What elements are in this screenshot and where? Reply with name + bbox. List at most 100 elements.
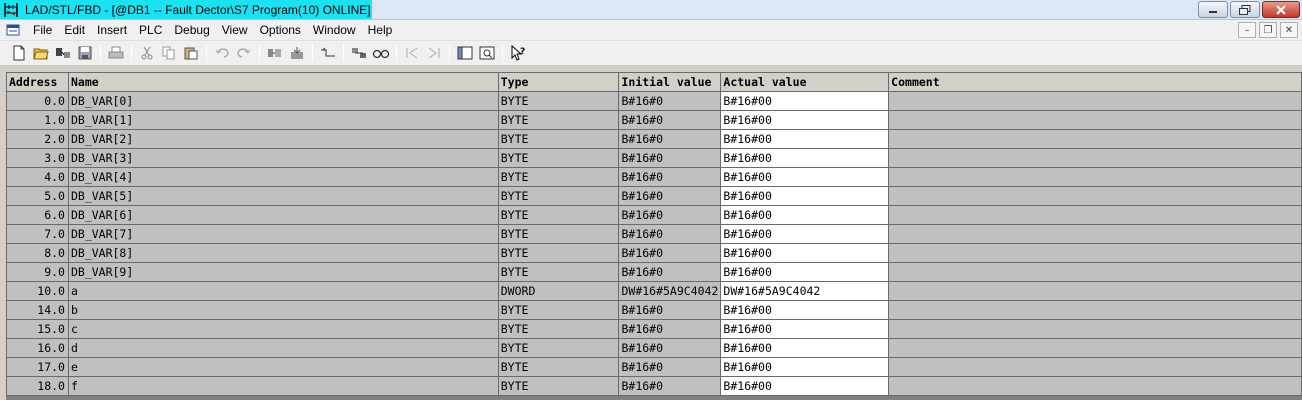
cell-initial-value[interactable]: DW#16#5A9C4042 bbox=[618, 281, 722, 301]
table-row[interactable]: 18.0 f BYTE B#16#0 B#16#00 bbox=[6, 376, 1302, 396]
menu-window[interactable]: Window bbox=[307, 21, 362, 40]
menu-view[interactable]: View bbox=[216, 21, 254, 40]
cell-comment[interactable] bbox=[888, 376, 1302, 396]
download-button[interactable] bbox=[264, 43, 285, 64]
cell-initial-value[interactable]: B#16#0 bbox=[618, 224, 722, 244]
cell-type[interactable]: BYTE bbox=[497, 357, 620, 377]
table-row[interactable]: 7.0 DB_VAR[7] BYTE B#16#0 B#16#00 bbox=[6, 224, 1302, 244]
menu-help[interactable]: Help bbox=[362, 21, 399, 40]
cell-initial-value[interactable]: B#16#0 bbox=[618, 91, 722, 111]
cell-name[interactable]: b bbox=[67, 300, 499, 320]
table-row[interactable]: 16.0 d BYTE B#16#0 B#16#00 bbox=[6, 338, 1302, 358]
mdi-minimize-button[interactable]: – bbox=[1238, 22, 1256, 38]
column-header-address[interactable]: Address bbox=[6, 72, 69, 92]
title-bar[interactable]: LAD/STL/FBD - [@DB1 -- Fault Dector\S7 P… bbox=[0, 0, 1302, 20]
cell-initial-value[interactable]: B#16#0 bbox=[618, 376, 722, 396]
cut-button[interactable] bbox=[136, 43, 157, 64]
cell-name[interactable]: DB_VAR[7] bbox=[67, 224, 499, 244]
cell-name[interactable]: d bbox=[67, 338, 499, 358]
mdi-restore-button[interactable]: ❐ bbox=[1259, 22, 1277, 38]
cell-actual-value[interactable]: B#16#00 bbox=[720, 167, 890, 187]
cell-initial-value[interactable]: B#16#0 bbox=[618, 300, 722, 320]
cell-comment[interactable] bbox=[888, 357, 1302, 377]
menu-insert[interactable]: Insert bbox=[91, 21, 133, 40]
cell-comment[interactable] bbox=[888, 262, 1302, 282]
cell-initial-value[interactable]: B#16#0 bbox=[618, 338, 722, 358]
column-header-type[interactable]: Type bbox=[497, 72, 620, 92]
document-window-icon[interactable] bbox=[5, 23, 21, 37]
cell-type[interactable]: BYTE bbox=[497, 110, 620, 130]
cell-type[interactable]: BYTE bbox=[497, 243, 620, 263]
help-pointer-button[interactable]: ? bbox=[507, 43, 528, 64]
compare-button[interactable] bbox=[348, 43, 369, 64]
cell-actual-value[interactable]: B#16#00 bbox=[720, 338, 890, 358]
cell-name[interactable]: c bbox=[67, 319, 499, 339]
print-button[interactable] bbox=[105, 43, 126, 64]
glasses-button[interactable] bbox=[370, 43, 391, 64]
cell-name[interactable]: DB_VAR[1] bbox=[67, 110, 499, 130]
cell-name[interactable]: DB_VAR[8] bbox=[67, 243, 499, 263]
column-header-comment[interactable]: Comment bbox=[888, 72, 1302, 92]
mdi-close-button[interactable]: ✕ bbox=[1280, 22, 1298, 38]
cell-initial-value[interactable]: B#16#0 bbox=[618, 243, 722, 263]
zoom-button[interactable] bbox=[476, 43, 497, 64]
cell-actual-value[interactable]: B#16#00 bbox=[720, 243, 890, 263]
open-button[interactable] bbox=[30, 43, 51, 64]
cell-type[interactable]: BYTE bbox=[497, 319, 620, 339]
cell-comment[interactable] bbox=[888, 148, 1302, 168]
cell-initial-value[interactable]: B#16#0 bbox=[618, 167, 722, 187]
table-row[interactable]: 1.0 DB_VAR[1] BYTE B#16#0 B#16#00 bbox=[6, 110, 1302, 130]
menu-plc[interactable]: PLC bbox=[133, 21, 168, 40]
cell-actual-value[interactable]: B#16#00 bbox=[720, 186, 890, 206]
menu-debug[interactable]: Debug bbox=[168, 21, 215, 40]
cell-initial-value[interactable]: B#16#0 bbox=[618, 110, 722, 130]
cell-type[interactable]: BYTE bbox=[497, 129, 620, 149]
paste-button[interactable] bbox=[180, 43, 201, 64]
cell-comment[interactable] bbox=[888, 338, 1302, 358]
cell-actual-value[interactable]: B#16#00 bbox=[720, 110, 890, 130]
cell-actual-value[interactable]: B#16#00 bbox=[720, 205, 890, 225]
table-row[interactable]: 17.0 e BYTE B#16#0 B#16#00 bbox=[6, 357, 1302, 377]
cell-actual-value[interactable]: B#16#00 bbox=[720, 129, 890, 149]
minimize-button[interactable] bbox=[1198, 1, 1228, 18]
cell-initial-value[interactable]: B#16#0 bbox=[618, 148, 722, 168]
cell-actual-value[interactable]: B#16#00 bbox=[720, 262, 890, 282]
cell-name[interactable]: e bbox=[67, 357, 499, 377]
cell-comment[interactable] bbox=[888, 300, 1302, 320]
cell-type[interactable]: BYTE bbox=[497, 262, 620, 282]
copy-button[interactable] bbox=[158, 43, 179, 64]
upload-button[interactable] bbox=[286, 43, 307, 64]
cell-initial-value[interactable]: B#16#0 bbox=[618, 357, 722, 377]
cell-actual-value[interactable]: B#16#00 bbox=[720, 376, 890, 396]
cell-comment[interactable] bbox=[888, 205, 1302, 225]
table-row[interactable]: 10.0 a DWORD DW#16#5A9C4042 DW#16#5A9C4042 bbox=[6, 281, 1302, 301]
cell-type[interactable]: BYTE bbox=[497, 338, 620, 358]
table-row[interactable]: 4.0 DB_VAR[4] BYTE B#16#0 B#16#00 bbox=[6, 167, 1302, 187]
cell-initial-value[interactable]: B#16#0 bbox=[618, 262, 722, 282]
cell-type[interactable]: BYTE bbox=[497, 300, 620, 320]
cell-type[interactable]: DWORD bbox=[497, 281, 620, 301]
menu-file[interactable]: File bbox=[27, 21, 58, 40]
cell-name[interactable]: DB_VAR[5] bbox=[67, 186, 499, 206]
cell-comment[interactable] bbox=[888, 129, 1302, 149]
monitor-button[interactable] bbox=[317, 43, 338, 64]
table-row[interactable]: 5.0 DB_VAR[5] BYTE B#16#0 B#16#00 bbox=[6, 186, 1302, 206]
cell-actual-value[interactable]: B#16#00 bbox=[720, 148, 890, 168]
table-row[interactable]: 3.0 DB_VAR[3] BYTE B#16#0 B#16#00 bbox=[6, 148, 1302, 168]
redo-button[interactable] bbox=[233, 43, 254, 64]
cell-comment[interactable] bbox=[888, 110, 1302, 130]
cell-type[interactable]: BYTE bbox=[497, 224, 620, 244]
cell-name[interactable]: DB_VAR[4] bbox=[67, 167, 499, 187]
cell-comment[interactable] bbox=[888, 186, 1302, 206]
ladder-logic-icon[interactable] bbox=[2, 1, 20, 19]
cell-name[interactable]: DB_VAR[3] bbox=[67, 148, 499, 168]
table-row[interactable]: 9.0 DB_VAR[9] BYTE B#16#0 B#16#00 bbox=[6, 262, 1302, 282]
cell-type[interactable]: BYTE bbox=[497, 186, 620, 206]
cell-type[interactable]: BYTE bbox=[497, 205, 620, 225]
cell-initial-value[interactable]: B#16#0 bbox=[618, 205, 722, 225]
next-button[interactable] bbox=[423, 43, 444, 64]
cell-name[interactable]: DB_VAR[6] bbox=[67, 205, 499, 225]
cell-actual-value[interactable]: B#16#00 bbox=[720, 300, 890, 320]
menu-options[interactable]: Options bbox=[254, 21, 307, 40]
table-row[interactable]: 8.0 DB_VAR[8] BYTE B#16#0 B#16#00 bbox=[6, 243, 1302, 263]
